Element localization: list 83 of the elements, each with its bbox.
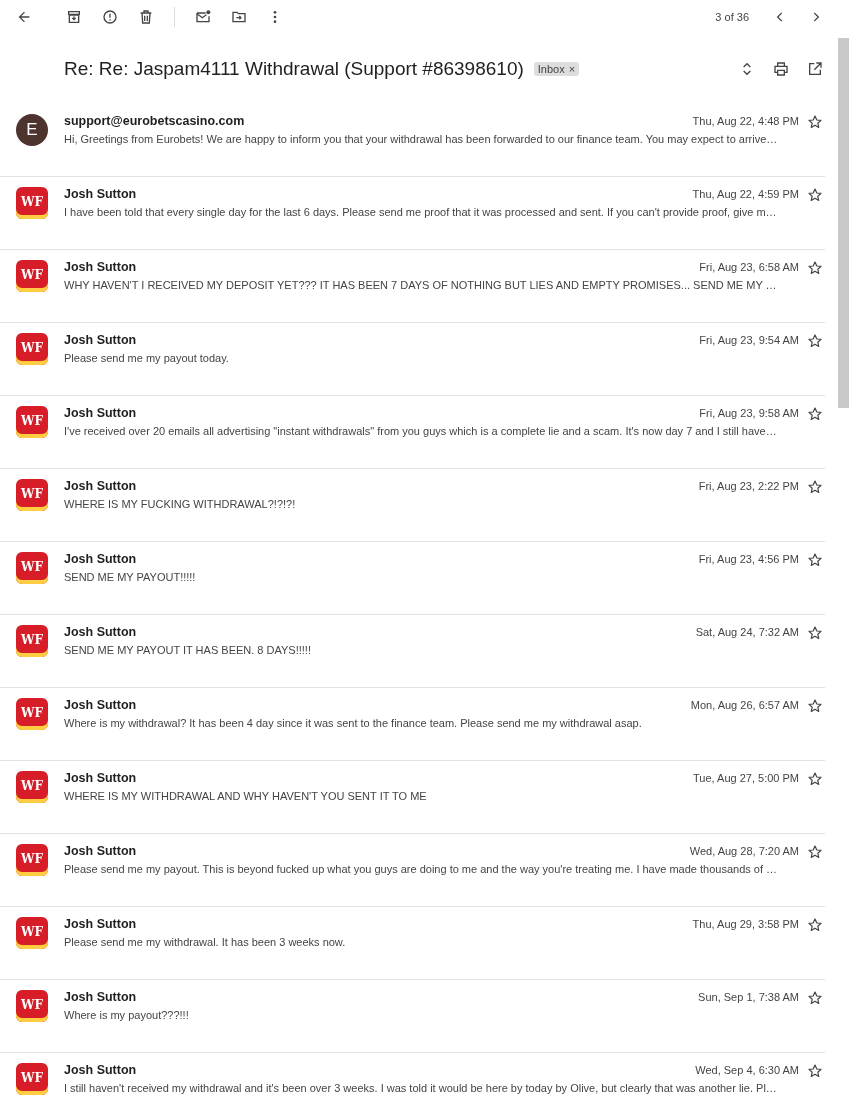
archive-icon[interactable]: [66, 9, 82, 25]
sender-avatar: E: [16, 114, 48, 146]
sender-logo: WF: [16, 406, 48, 438]
sender-logo: WF: [16, 771, 48, 803]
back-icon[interactable]: [16, 9, 32, 25]
message-preview[interactable]: Hi, Greetings from Eurobets! We are happy to inform you that your withdrawal has been forwarded to our finance team. You may expect to arrive…: [64, 133, 825, 145]
sender-logo: WF: [16, 187, 48, 219]
delete-icon[interactable]: [138, 9, 154, 25]
sender-name: Josh Sutton: [64, 479, 137, 493]
sender-logo: WF: [16, 917, 48, 949]
message-date: Sun, Sep 1, 7:38 AM: [698, 991, 799, 1003]
message-preview[interactable]: Please send me my withdrawal. It has been 3 weeks now.: [64, 936, 825, 948]
message-date: Thu, Aug 22, 4:59 PM: [692, 188, 799, 200]
sender-logo: WF: [16, 990, 48, 1022]
sender-logo: WF: [16, 625, 48, 657]
message-date: Fri, Aug 23, 9:58 AM: [699, 407, 799, 419]
star-icon[interactable]: [807, 917, 823, 933]
sender-name: Josh Sutton: [64, 990, 137, 1004]
star-icon[interactable]: [807, 552, 823, 568]
message-preview[interactable]: SEND ME MY PAYOUT!!!!!: [64, 571, 825, 583]
sender-name: Josh Sutton: [64, 698, 137, 712]
remove-label-button[interactable]: ×: [568, 63, 576, 75]
sender-name: Josh Sutton: [64, 1063, 137, 1077]
sender-logo: WF: [16, 260, 48, 292]
scrollbar-thumb[interactable]: [837, 38, 849, 408]
message-date: Mon, Aug 26, 6:57 AM: [690, 699, 799, 711]
sender-logo: WF: [16, 1063, 48, 1095]
sender-name: Josh Sutton: [64, 844, 137, 858]
sender-name: Josh Sutton: [64, 187, 137, 201]
sender-name: Josh Sutton: [64, 625, 137, 639]
star-icon[interactable]: [807, 333, 823, 349]
message-preview[interactable]: WHY HAVEN'T I RECEIVED MY DEPOSIT YET??? IT HAS BEEN 7 DAYS OF NOTHING BUT LIES AND EMPTY PROMISES... SEND ME MY …: [64, 279, 825, 291]
page-counter: 3 of 36: [715, 11, 749, 23]
message-date: Wed, Aug 28, 7:20 AM: [689, 845, 799, 857]
print-icon[interactable]: [773, 61, 789, 77]
mark-unread-icon[interactable]: [195, 9, 211, 25]
message-preview[interactable]: Please send me my payout today.: [64, 352, 825, 364]
sender-name: Josh Sutton: [64, 260, 137, 274]
move-to-folder-icon[interactable]: [231, 9, 247, 25]
sender-name: Josh Sutton: [64, 552, 137, 566]
message-preview[interactable]: WHERE IS MY WITHDRAWAL AND WHY HAVEN'T YOU SENT IT TO ME: [64, 790, 825, 802]
sender-logo: WF: [16, 552, 48, 584]
sender-logo: WF: [16, 844, 48, 876]
star-icon[interactable]: [807, 1063, 823, 1079]
star-icon[interactable]: [807, 771, 823, 787]
label-text: Inbox: [537, 63, 565, 75]
message-preview[interactable]: WHERE IS MY FUCKING WITHDRAWAL?!?!?!: [64, 498, 825, 510]
report-icon[interactable]: [102, 9, 118, 25]
message-preview[interactable]: Please send me my payout. This is beyond fucked up what you guys are doing to me and the way you're treating me. I have made thousands of …: [64, 863, 825, 875]
message-preview[interactable]: Where is my payout???!!!: [64, 1009, 825, 1021]
message-date: Fri, Aug 23, 9:54 AM: [699, 334, 799, 346]
star-icon[interactable]: [807, 406, 823, 422]
sender-name: Josh Sutton: [64, 333, 137, 347]
message-preview[interactable]: Where is my withdrawal? It has been 4 day since it was sent to the finance team. Please send me my withdrawal asap.: [64, 717, 825, 729]
sender-logo: WF: [16, 333, 48, 365]
message-date: Thu, Aug 22, 4:48 PM: [692, 115, 799, 127]
message-date: Sat, Aug 24, 7:32 AM: [695, 626, 799, 638]
email-subject: Re: Re: Jaspam4111 Withdrawal (Support #86398610): [64, 58, 524, 80]
message-date: Tue, Aug 27, 5:00 PM: [693, 772, 799, 784]
sender-name: Josh Sutton: [64, 406, 137, 420]
star-icon[interactable]: [807, 844, 823, 860]
star-icon[interactable]: [807, 187, 823, 203]
sender-logo: WF: [16, 698, 48, 730]
message-preview[interactable]: SEND ME MY PAYOUT IT HAS BEEN. 8 DAYS!!!!!: [64, 644, 825, 656]
star-icon[interactable]: [807, 479, 823, 495]
message-preview[interactable]: I've received over 20 emails all advertising "instant withdrawals" from you guys which is a complete lie and a scam. It's now day 7 and I still have…: [64, 425, 825, 437]
message-date: Fri, Aug 23, 6:58 AM: [699, 261, 799, 273]
star-icon[interactable]: [807, 260, 823, 276]
message-preview[interactable]: I still haven't received my withdrawal and it's been over 3 weeks. I was told it would be here by today by Olive, but clearly that was another lie. Pl…: [64, 1082, 825, 1094]
open-in-new-window-icon[interactable]: [807, 61, 823, 77]
sender-name: Josh Sutton: [64, 771, 137, 785]
message-date: Thu, Aug 29, 3:58 PM: [692, 918, 799, 930]
star-icon[interactable]: [807, 990, 823, 1006]
message-date: Wed, Sep 4, 6:30 AM: [695, 1064, 799, 1076]
sender-name: Josh Sutton: [64, 917, 137, 931]
message-preview[interactable]: I have been told that every single day for the last 6 days. Please send me proof that it was processed and sent. If you can't provide proof, give m…: [64, 206, 825, 218]
star-icon[interactable]: [807, 625, 823, 641]
message-date: Fri, Aug 23, 2:22 PM: [698, 480, 799, 492]
message-date: Fri, Aug 23, 4:56 PM: [698, 553, 799, 565]
star-icon[interactable]: [807, 698, 823, 714]
sender-name: support@eurobetscasino.com: [64, 114, 245, 128]
star-icon[interactable]: [807, 114, 823, 130]
sender-logo: WF: [16, 479, 48, 511]
